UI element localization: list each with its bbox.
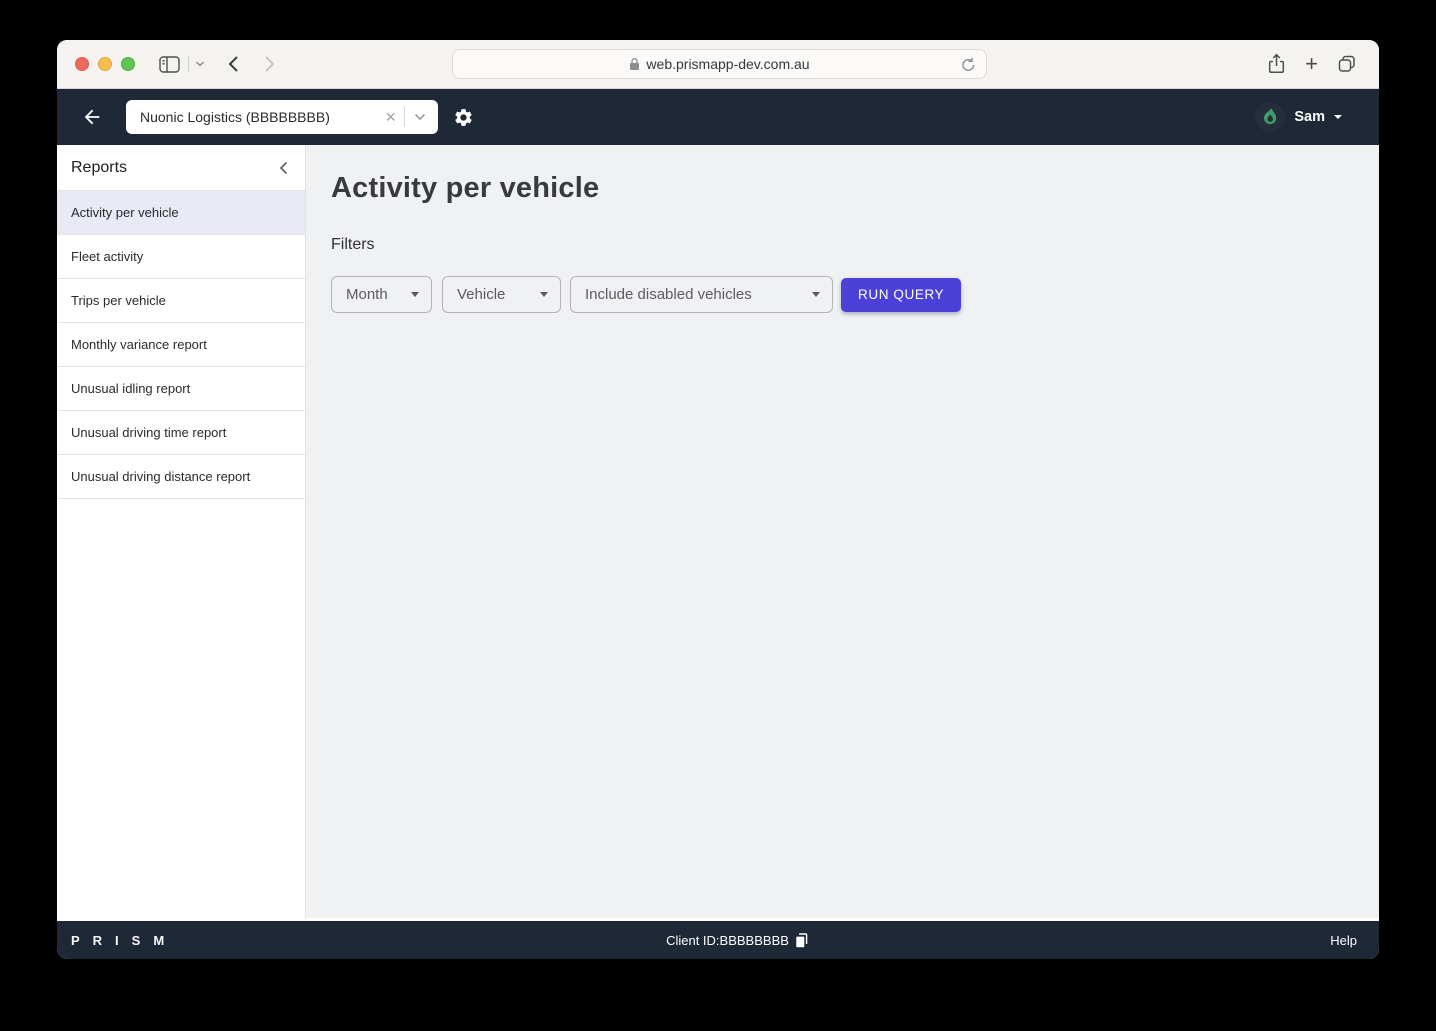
avatar[interactable] bbox=[1255, 102, 1286, 132]
combobox-divider bbox=[404, 107, 405, 127]
content-area: Reports Activity per vehicle Fleet activ… bbox=[57, 145, 1379, 918]
lock-icon bbox=[629, 57, 640, 71]
reload-icon[interactable] bbox=[961, 57, 976, 73]
client-picker-combobox[interactable]: Nuonic Logistics (BBBBBBBB) × bbox=[126, 100, 438, 134]
help-link[interactable]: Help bbox=[1330, 933, 1357, 948]
sidebar-item-unusual-idling-report[interactable]: Unusual idling report bbox=[57, 367, 305, 411]
user-menu-name[interactable]: Sam bbox=[1294, 109, 1325, 125]
zoom-window-button[interactable] bbox=[121, 57, 135, 71]
client-picker-value: Nuonic Logistics (BBBBBBBB) bbox=[140, 109, 330, 125]
gear-icon[interactable] bbox=[453, 107, 474, 128]
new-tab-icon[interactable]: + bbox=[1305, 51, 1318, 77]
chevron-left-icon[interactable] bbox=[279, 161, 288, 175]
sidebar-item-activity-per-vehicle[interactable]: Activity per vehicle bbox=[57, 191, 305, 235]
flame-icon bbox=[1264, 108, 1277, 125]
vehicle-select-label: Vehicle bbox=[457, 286, 506, 303]
include-disabled-vehicles-select[interactable]: Include disabled vehicles bbox=[570, 276, 833, 313]
forward-icon[interactable] bbox=[264, 55, 275, 73]
chevron-down-icon bbox=[540, 292, 548, 297]
page-title: Activity per vehicle bbox=[331, 172, 600, 204]
app-footer: PRISM Client ID:BBBBBBBB Help bbox=[57, 921, 1379, 959]
filter-row: Month Vehicle Include disabled vehicles … bbox=[331, 276, 1379, 313]
address-bar[interactable]: web.prismapp-dev.com.au bbox=[452, 49, 987, 79]
arrow-left-icon[interactable] bbox=[81, 105, 105, 129]
traffic-lights bbox=[75, 57, 135, 71]
app-navbar: Nuonic Logistics (BBBBBBBB) × Sam bbox=[57, 89, 1379, 145]
month-select[interactable]: Month bbox=[331, 276, 432, 313]
sidebar-item-unusual-driving-distance-report[interactable]: Unusual driving distance report bbox=[57, 455, 305, 499]
sidebar-toggle-icon[interactable] bbox=[159, 55, 180, 73]
month-select-label: Month bbox=[346, 286, 388, 303]
vehicle-select[interactable]: Vehicle bbox=[442, 276, 561, 313]
chevron-down-icon bbox=[411, 292, 419, 297]
toolbar-right-icons: + bbox=[1267, 40, 1357, 88]
brand-logo: PRISM bbox=[71, 932, 178, 948]
browser-window: web.prismapp-dev.com.au + Nuonic Logisti… bbox=[57, 40, 1379, 959]
minimize-window-button[interactable] bbox=[98, 57, 112, 71]
copy-icon[interactable] bbox=[795, 932, 808, 948]
reports-sidebar: Reports Activity per vehicle Fleet activ… bbox=[57, 145, 306, 918]
chevron-down-icon[interactable] bbox=[195, 61, 205, 67]
sidebar-item-fleet-activity[interactable]: Fleet activity bbox=[57, 235, 305, 279]
sidebar-title: Reports bbox=[71, 158, 128, 176]
back-icon[interactable] bbox=[228, 55, 239, 73]
toolbar-divider bbox=[188, 56, 189, 72]
client-id-text: Client ID:BBBBBBBB bbox=[666, 932, 789, 948]
browser-toolbar: web.prismapp-dev.com.au + bbox=[57, 40, 1379, 89]
chevron-down-icon[interactable] bbox=[414, 113, 426, 121]
url-text: web.prismapp-dev.com.au bbox=[646, 56, 810, 72]
sidebar-item-monthly-variance-report[interactable]: Monthly variance report bbox=[57, 323, 305, 367]
sidebar-item-trips-per-vehicle[interactable]: Trips per vehicle bbox=[57, 279, 305, 323]
include-disabled-vehicles-label: Include disabled vehicles bbox=[585, 286, 752, 303]
sidebar-header: Reports bbox=[57, 145, 305, 191]
main-panel: Activity per vehicle Filters Month Vehic… bbox=[306, 145, 1379, 918]
run-query-button[interactable]: RUN QUERY bbox=[841, 277, 962, 312]
tab-overview-icon[interactable] bbox=[1337, 54, 1357, 74]
sidebar-item-unusual-driving-time-report[interactable]: Unusual driving time report bbox=[57, 411, 305, 455]
close-window-button[interactable] bbox=[75, 57, 89, 71]
chevron-down-icon bbox=[812, 292, 820, 297]
filters-label: Filters bbox=[331, 236, 375, 253]
share-icon[interactable] bbox=[1267, 53, 1286, 75]
chevron-down-icon[interactable] bbox=[1334, 115, 1342, 119]
client-id: Client ID:BBBBBBBB bbox=[666, 933, 808, 948]
clear-icon[interactable]: × bbox=[385, 108, 396, 126]
